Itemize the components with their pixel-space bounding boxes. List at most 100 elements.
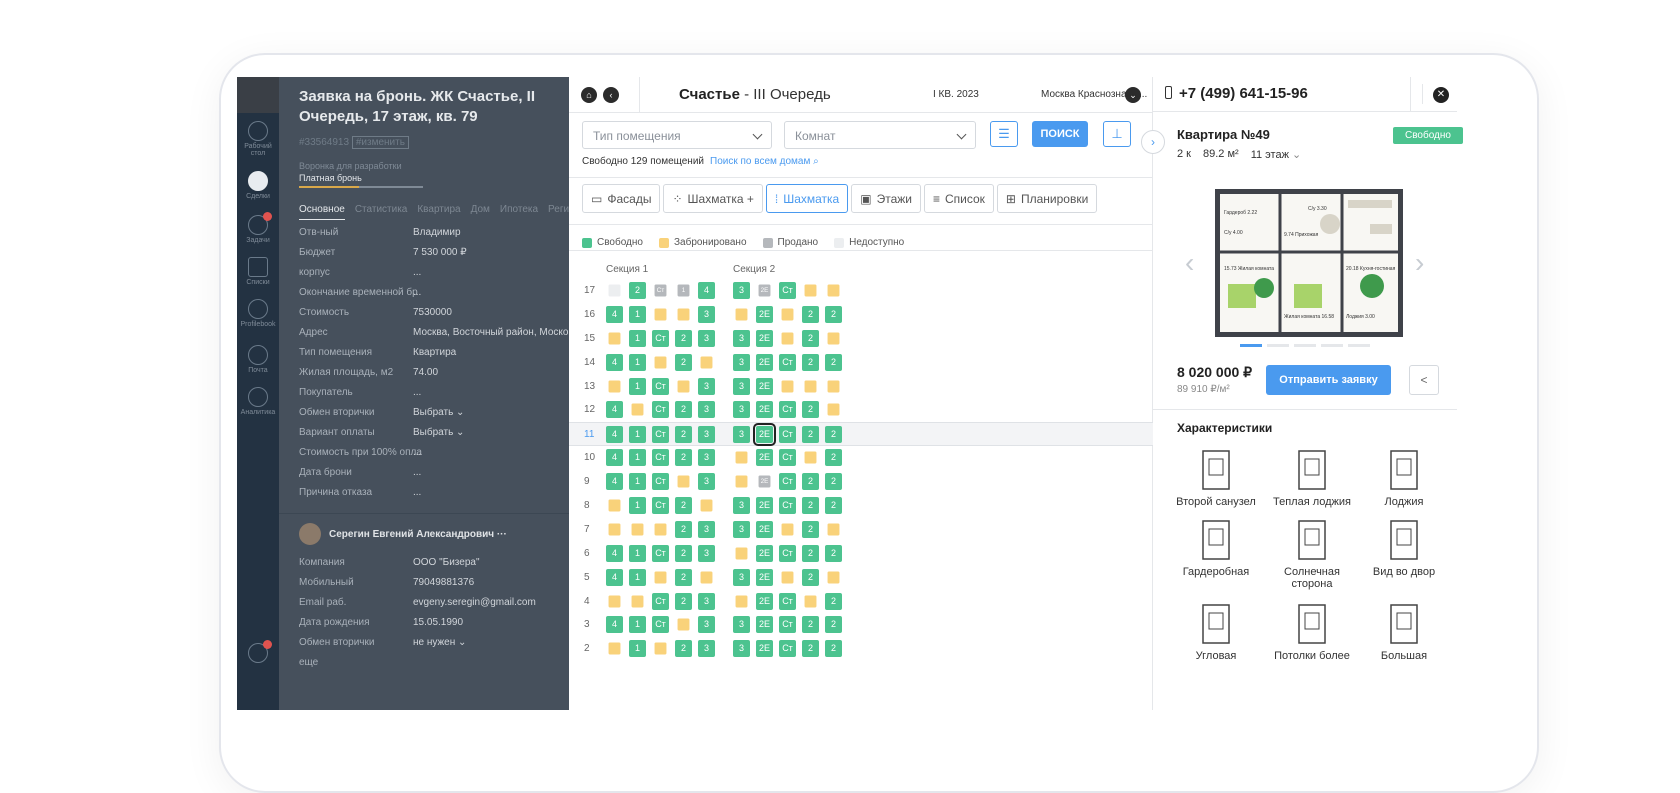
apartment-cell[interactable]	[781, 380, 794, 393]
field-value[interactable]: 7 530 000 ₽	[413, 247, 467, 258]
apartment-cell[interactable]: 4	[606, 616, 623, 634]
apartment-cell[interactable]: 2	[802, 401, 819, 419]
apartment-cell[interactable]	[804, 284, 817, 297]
prev-image-icon[interactable]: ‹	[1185, 247, 1194, 279]
floor-select[interactable]: 11 этаж ⌄	[1251, 148, 1302, 161]
apartment-cell[interactable]: Ст	[652, 473, 669, 491]
apartment-cell[interactable]: 2	[825, 473, 842, 491]
apartment-cell[interactable]: 1	[629, 353, 646, 371]
pin-icon[interactable]: ⊥	[1103, 121, 1131, 147]
apartment-cell[interactable]	[631, 523, 644, 536]
field-value[interactable]: Выбрать ⌄	[413, 427, 464, 438]
apartment-cell[interactable]	[827, 523, 840, 536]
apartment-cell[interactable]: 2Е	[756, 329, 773, 347]
apartment-cell[interactable]: 2	[675, 329, 692, 347]
apartment-cell[interactable]: 2	[825, 426, 842, 444]
apartment-cell[interactable]: Ст	[779, 592, 796, 610]
tab-crm[interactable]: Основное	[299, 204, 345, 220]
apartment-cell[interactable]: 2Е	[756, 497, 773, 515]
search-button[interactable]: ПОИСК	[1032, 121, 1088, 147]
apartment-cell[interactable]: 2	[802, 520, 819, 538]
apartment-cell[interactable]: 3	[733, 568, 750, 586]
apartment-cell[interactable]	[735, 451, 748, 464]
apartment-cell[interactable]	[827, 332, 840, 345]
search-all-link[interactable]: Поиск по всем домам	[710, 156, 810, 167]
apartment-cell[interactable]	[608, 642, 621, 655]
apartment-cell[interactable]	[608, 523, 621, 536]
apartment-cell[interactable]: 2	[802, 426, 819, 444]
apartment-cell[interactable]: 2Е	[756, 616, 773, 634]
apartment-cell[interactable]	[608, 332, 621, 345]
close-button[interactable]: ✕	[1422, 84, 1449, 104]
apartment-cell[interactable]	[700, 356, 713, 369]
apartment-cell[interactable]	[827, 404, 840, 416]
apartment-cell[interactable]: 3	[698, 426, 715, 444]
apartment-cell[interactable]: 2	[825, 616, 842, 634]
apartment-cell[interactable]: 3	[733, 640, 750, 658]
apartment-cell[interactable]: Ст	[652, 401, 669, 419]
apartment-cell[interactable]: 4	[606, 568, 623, 586]
rooms-select[interactable]: Комнат	[784, 121, 976, 149]
rail-profilebook[interactable]: Profilebook	[237, 299, 279, 328]
apartment-cell[interactable]	[608, 499, 621, 512]
apartment-cell[interactable]	[654, 571, 667, 584]
field-value[interactable]: ...	[413, 447, 421, 458]
apartment-cell[interactable]: Ст	[779, 616, 796, 634]
apartment-cell[interactable]: Ст	[779, 426, 796, 444]
rail-deals[interactable]: Сделки	[237, 171, 279, 200]
apartment-cell[interactable]: 3	[733, 616, 750, 634]
apartment-cell[interactable]	[827, 571, 840, 584]
crm-stage[interactable]: Платная бронь	[299, 173, 362, 183]
apartment-cell[interactable]: 2Е	[756, 401, 773, 419]
apartment-cell[interactable]	[677, 475, 690, 488]
field-value[interactable]: ...	[413, 487, 421, 498]
apartment-cell[interactable]: 3	[698, 544, 715, 562]
apartment-cell[interactable]: Ст	[652, 592, 669, 610]
apartment-cell[interactable]: 3	[698, 449, 715, 467]
apartment-cell[interactable]: 2	[825, 640, 842, 658]
field-value[interactable]: evgeny.seregin@gmail.com	[413, 597, 536, 608]
apartment-cell[interactable]: 3	[733, 282, 750, 299]
apartment-cell[interactable]: 2Е	[756, 353, 773, 371]
apartment-cell[interactable]: Ст	[652, 449, 669, 467]
apartment-cell[interactable]: 2Е	[753, 423, 776, 447]
apartment-cell[interactable]: 2	[802, 616, 819, 634]
apartment-cell[interactable]	[677, 308, 690, 321]
apartment-cell[interactable]: 1	[629, 616, 646, 634]
contact-phone[interactable]: +7 (499) 641-15-96	[1179, 85, 1308, 102]
apartment-cell[interactable]: Ст	[779, 640, 796, 658]
apartment-cell[interactable]: 3	[698, 473, 715, 491]
send-request-button[interactable]: Отправить заявку	[1266, 365, 1391, 395]
chevron-down-icon[interactable]: ⌄	[1125, 87, 1141, 103]
apartment-cell[interactable]: 4	[606, 353, 623, 371]
apartment-cell[interactable]	[631, 595, 644, 608]
apartment-cell[interactable]: 4	[606, 426, 623, 444]
crm-pipeline[interactable]: Воронка для разработки	[299, 161, 402, 171]
apartment-cell[interactable]: 3	[698, 520, 715, 538]
apartment-cell[interactable]: 4	[606, 401, 623, 419]
apartment-cell[interactable]: 2Е	[756, 568, 773, 586]
apartment-cell[interactable]: 3	[698, 305, 715, 323]
apartment-cell[interactable]: Ст	[779, 282, 796, 299]
apartment-cell[interactable]: 2	[825, 592, 842, 610]
apartment-cell[interactable]: 2	[802, 353, 819, 371]
apartment-cell[interactable]: Ст	[779, 401, 796, 419]
apartment-cell[interactable]: 3	[698, 377, 715, 395]
apartment-cell[interactable]: 3	[733, 353, 750, 371]
tab-crm[interactable]: Ипотека	[500, 204, 538, 220]
apartment-cell[interactable]	[654, 308, 667, 321]
apartment-cell[interactable]: 1	[629, 568, 646, 586]
rail-analytics[interactable]: Аналитика	[237, 387, 279, 416]
apartment-cell[interactable]: 3	[733, 377, 750, 395]
apartment-cell[interactable]: 2	[825, 353, 842, 371]
field-value[interactable]: ...	[413, 467, 421, 478]
apartment-cell[interactable]: 2	[675, 592, 692, 610]
apartment-cell[interactable]: 3	[733, 520, 750, 538]
apartment-cell[interactable]: 3	[733, 401, 750, 419]
apartment-cell[interactable]: Ст	[779, 473, 796, 491]
apartment-cell[interactable]: 2Е	[756, 640, 773, 658]
field-value[interactable]: 79049881376	[413, 577, 474, 588]
view-tab[interactable]: ⁞ Шахматка	[765, 184, 849, 213]
view-tab[interactable]: ≡ Список	[923, 184, 994, 213]
apartment-cell[interactable]	[781, 308, 794, 321]
